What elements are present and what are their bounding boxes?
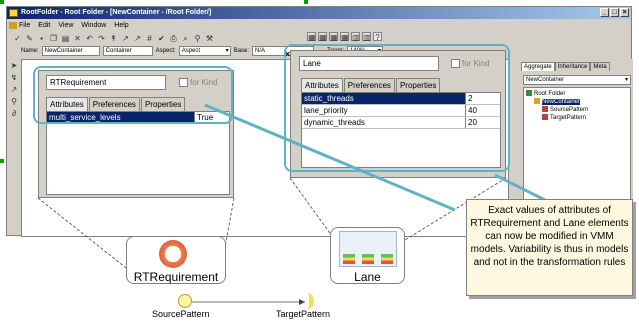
selection-handle	[304, 0, 308, 4]
source-pattern-icon[interactable]	[178, 294, 192, 308]
source-pattern-label: SourcePattern	[152, 309, 210, 319]
target-pattern-label: TargetPattern	[276, 309, 331, 319]
lane-icon	[339, 231, 397, 267]
selection-handle	[0, 0, 4, 4]
highlight-box	[33, 66, 233, 124]
lane-element[interactable]: Lane	[330, 227, 405, 284]
clock-icon	[159, 240, 187, 268]
lane-label: Lane	[354, 270, 381, 284]
annotation-callout: Exact values of attributes of RTRequirem…	[466, 199, 633, 296]
highlight-box	[284, 44, 510, 172]
rtrequirement-element[interactable]: RTRequirement	[126, 236, 226, 284]
target-pattern-icon[interactable]	[302, 293, 314, 309]
rtrequirement-label: RTRequirement	[133, 270, 219, 284]
selection-handle	[0, 159, 4, 163]
